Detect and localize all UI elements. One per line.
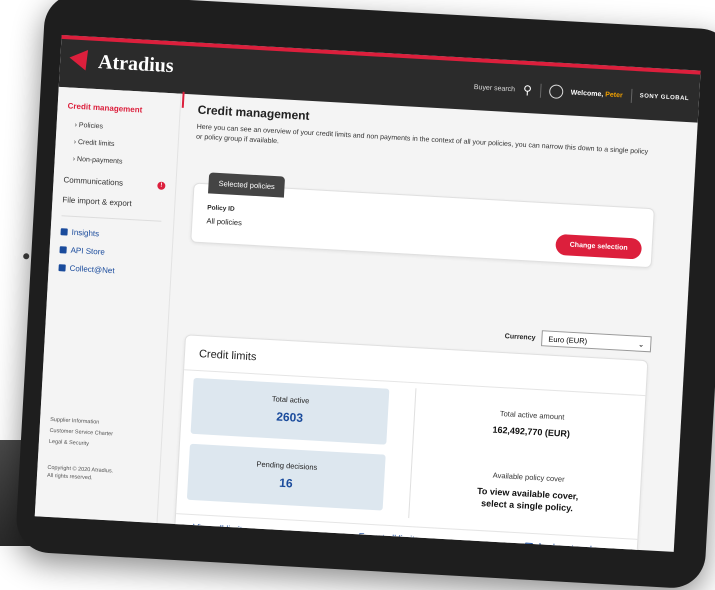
pending-decisions-tile[interactable]: Pending decisions 16 [186, 443, 386, 511]
sidebar-item-credit-limits[interactable]: › Credit limits [73, 139, 114, 148]
external-link-icon [60, 228, 68, 236]
credit-limits-card: Credit limits Total active 2603 Pending … [173, 334, 649, 552]
vertical-divider [408, 388, 417, 519]
export-all-limits-label: Export all limits [358, 531, 420, 545]
view-all-limits-link[interactable]: › View all limits [187, 522, 247, 535]
nav-separator [630, 88, 633, 103]
sidebar-item-label: Policies [78, 122, 104, 131]
sidebar-item-non-payments[interactable]: › Non-payments [73, 156, 123, 166]
external-link-icon [59, 246, 67, 254]
atradius-logo[interactable]: Atradius [69, 49, 175, 79]
change-selection-button[interactable]: Change selection [555, 233, 643, 260]
currency-value: Euro (EUR) [548, 334, 588, 346]
sidebar-item-api-store[interactable]: API Store [59, 245, 105, 257]
pending-decisions-value: 16 [278, 475, 294, 491]
camera-dot [23, 253, 30, 260]
company-name[interactable]: SONY GLOBAL [640, 93, 690, 102]
sidebar-item-file-import-export[interactable]: File import & export [62, 195, 132, 208]
sidebar-item-insights[interactable]: Insights [60, 227, 99, 238]
footer-link-legal-security[interactable]: Legal & Security [49, 439, 89, 447]
sidebar-item-label: Insights [71, 227, 100, 239]
sidebar-item-label: API Store [70, 245, 106, 257]
welcome-text[interactable]: Welcome, Peter [571, 89, 623, 99]
copyright-line-2: All rights reserved. [46, 472, 93, 482]
top-navigation: Buyer search ⚲ Welcome, Peter SONY GLOBA… [473, 80, 689, 106]
analyse-trends-link[interactable]: Analyse trends [524, 541, 597, 552]
currency-select[interactable]: Euro (EUR) ⌄ [541, 330, 652, 353]
sidebar-item-label: Non-payments [76, 155, 123, 166]
sidebar-item-communications[interactable]: Communications [63, 175, 123, 187]
policy-id-value: All policies [206, 216, 243, 228]
sidebar-item-collect-net[interactable]: Collect@Net [58, 263, 115, 276]
selected-policies-card: Selected policies Policy ID All policies… [190, 172, 655, 269]
active-section-indicator [181, 91, 185, 108]
logo-mark-icon [69, 49, 95, 74]
currency-row: Currency Euro (EUR) ⌄ [504, 328, 652, 353]
analyse-trends-label: Analyse trends [536, 541, 597, 552]
external-link-icon [524, 542, 534, 551]
nav-separator [539, 83, 542, 98]
view-all-limits-label: View all limits [192, 522, 247, 536]
sidebar-item-policies[interactable]: › Policies [74, 122, 103, 131]
sidebar: Credit management › Policies › Credit li… [34, 86, 182, 524]
total-active-amount-value: 162,492,770 (EUR) [492, 424, 571, 439]
user-icon[interactable] [548, 84, 564, 99]
total-active-tile[interactable]: Total active 2603 [190, 377, 390, 445]
footer-link-supplier-information[interactable]: Supplier Information [50, 417, 99, 426]
search-icon[interactable]: ⚲ [523, 83, 533, 97]
user-name: Peter [605, 90, 623, 99]
app-screen: Atradius Buyer search ⚲ Welcome, Peter S… [34, 34, 701, 552]
sidebar-item-label: Collect@Net [69, 263, 115, 276]
notification-badge: ! [157, 181, 166, 190]
footer-link-customer-service-charter[interactable]: Customer Service Charter [49, 428, 113, 438]
welcome-prefix: Welcome, [570, 88, 604, 98]
policy-id-label: Policy ID [207, 204, 235, 213]
sidebar-divider [61, 215, 162, 222]
logo-text: Atradius [97, 51, 175, 78]
chevron-down-icon: ⌄ [637, 339, 645, 349]
sidebar-item-credit-management[interactable]: Credit management [67, 101, 142, 114]
currency-label: Currency [504, 332, 536, 342]
external-link-icon [58, 264, 66, 272]
tablet-device: Atradius Buyer search ⚲ Welcome, Peter S… [14, 0, 715, 590]
buyer-search-link[interactable]: Buyer search [474, 84, 516, 93]
credit-limits-title: Credit limits [198, 348, 257, 364]
total-active-value: 2603 [275, 409, 304, 425]
sidebar-item-label: Credit limits [77, 139, 115, 149]
selected-policies-tab: Selected policies [208, 172, 286, 198]
export-all-limits-link[interactable]: › Export all limits [353, 531, 419, 545]
